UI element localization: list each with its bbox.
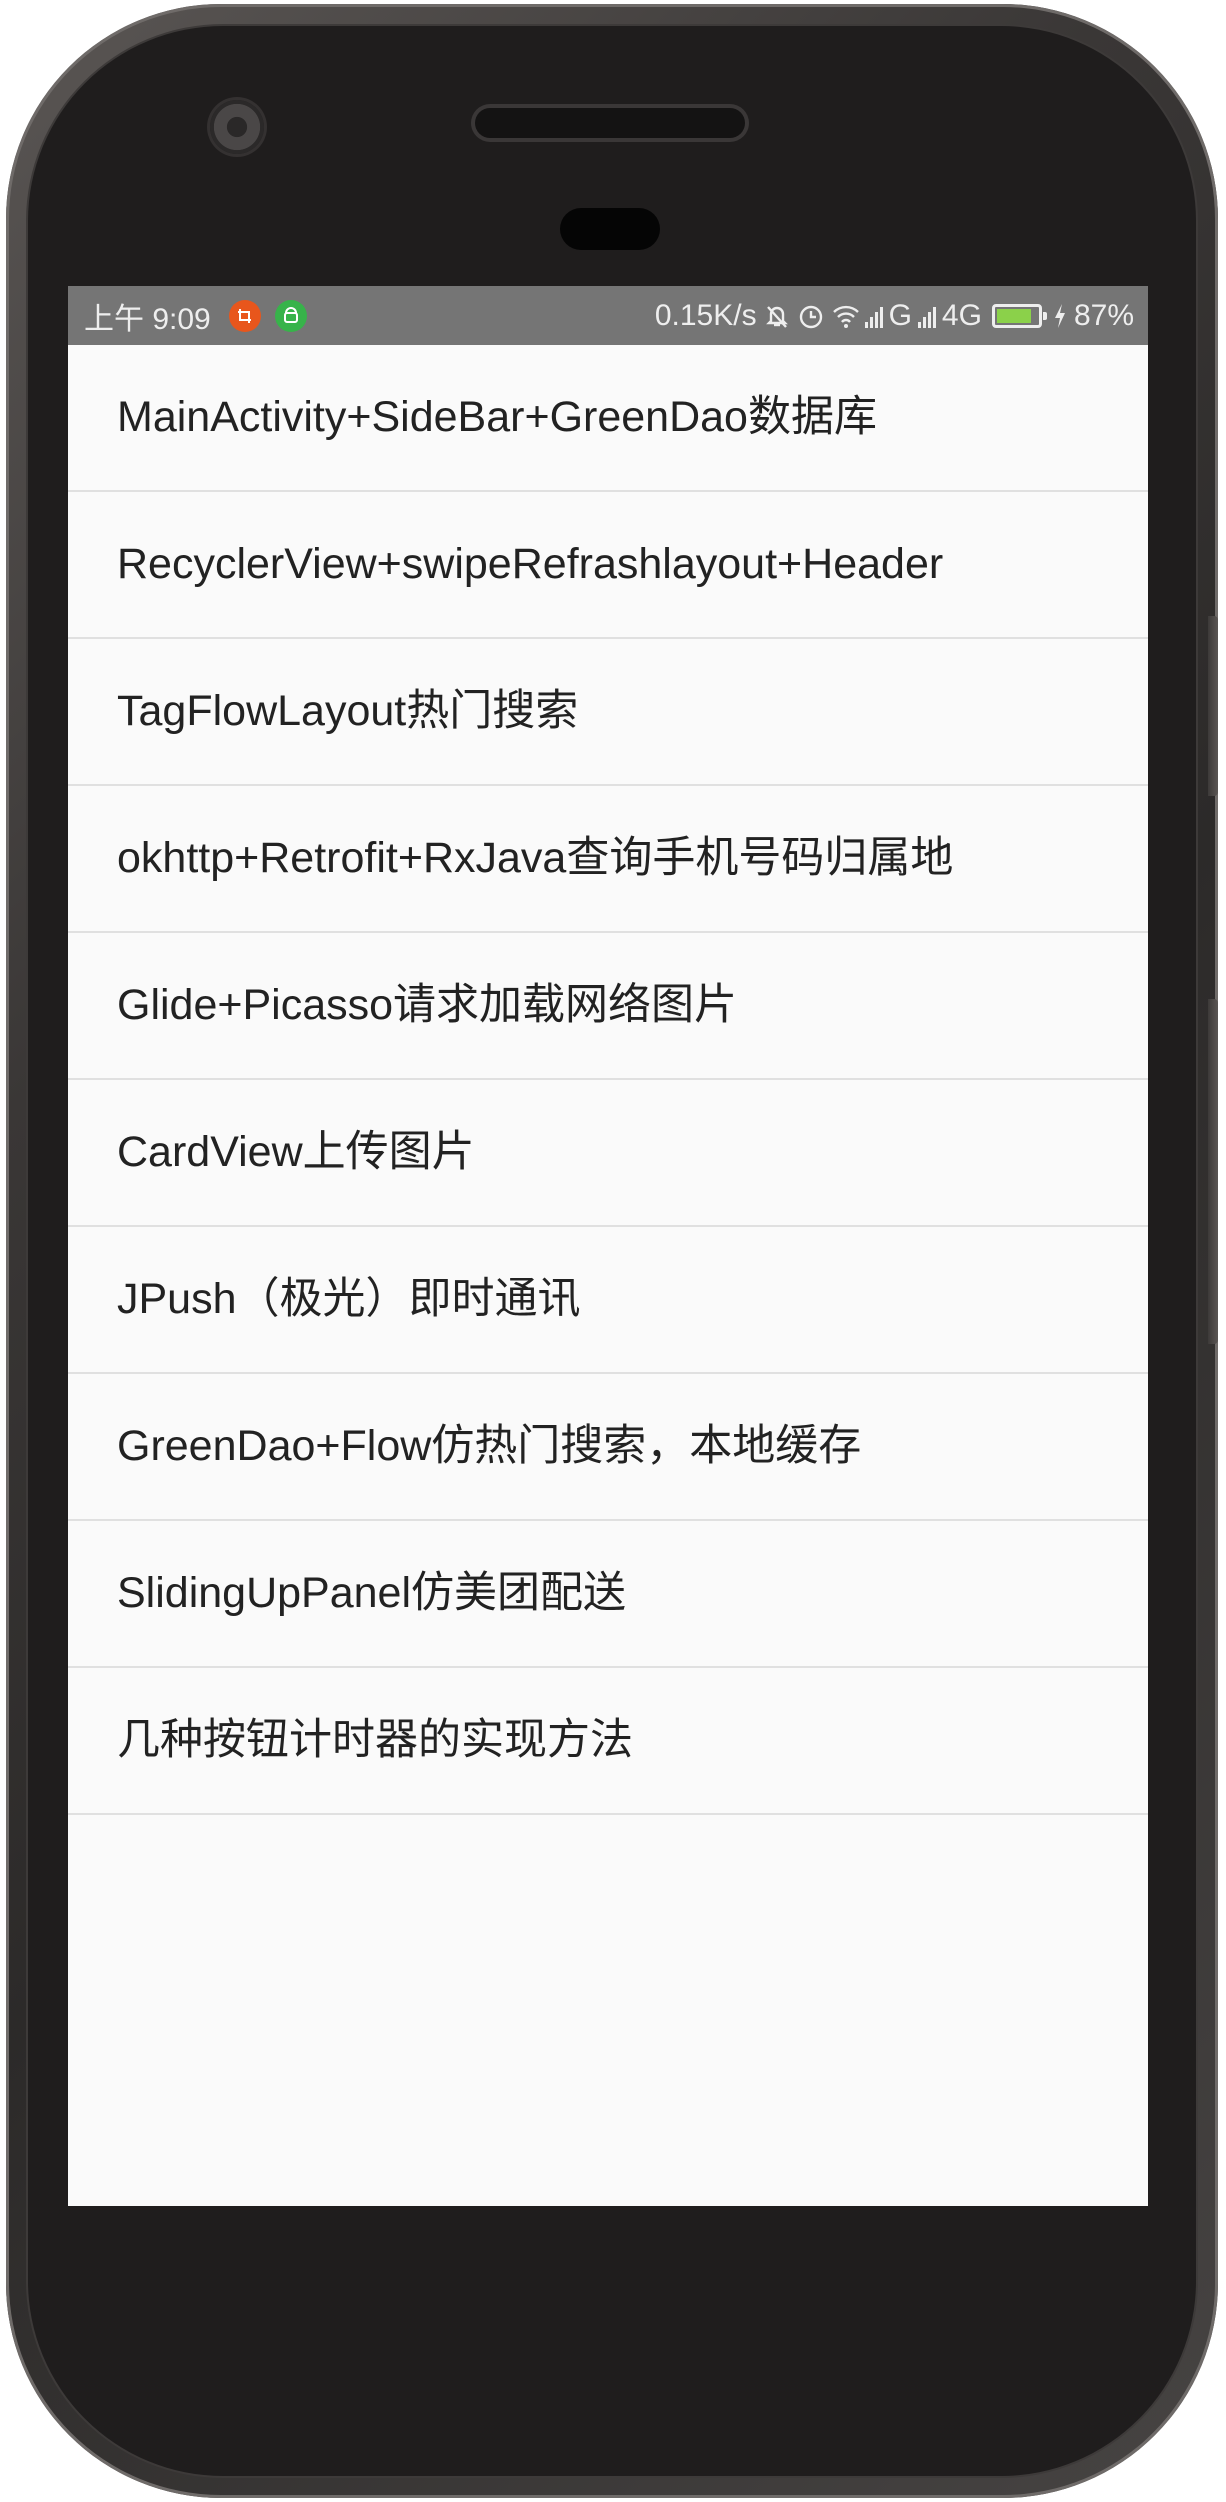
list-item-label: MainActivity+SideBar+GreenDao数据库	[117, 393, 877, 441]
signal-icon	[917, 304, 936, 328]
list-item[interactable]: 几种按钮计时器的实现方法	[68, 1668, 1148, 1815]
list-item[interactable]: SlidingUpPanel仿美团配送	[68, 1521, 1148, 1668]
front-camera	[210, 100, 264, 154]
list-item-label: Glide+Picasso请求加载网络图片	[117, 981, 738, 1029]
screen: 上午 9:09 0.15K/s G 4G 87% MainActivity+Si…	[68, 286, 1148, 2206]
list-item-label: okhttp+Retrofit+RxJava查询手机号码归属地	[117, 834, 954, 882]
list-item[interactable]: MainActivity+SideBar+GreenDao数据库	[68, 345, 1148, 492]
android-icon	[274, 299, 307, 332]
earpiece-speaker	[475, 108, 745, 138]
list-item-label: TagFlowLayout热门搜索	[117, 687, 579, 735]
list-item-label: 几种按钮计时器的实现方法	[117, 1716, 633, 1764]
list-item[interactable]: CardView上传图片	[68, 1080, 1148, 1227]
battery-percent: 87%	[1073, 298, 1134, 332]
mute-bell-icon	[763, 302, 791, 330]
volume-button[interactable]	[1208, 999, 1218, 1344]
signal-icon	[864, 304, 883, 328]
list-item-label: RecyclerView+swipeRefrashlayout+Header	[117, 540, 944, 588]
status-bar: 上午 9:09 0.15K/s G 4G 87%	[68, 286, 1148, 345]
list-item[interactable]: RecyclerView+swipeRefrashlayout+Header	[68, 492, 1148, 639]
device-frame: 上午 9:09 0.15K/s G 4G 87% MainActivity+Si…	[0, 0, 1226, 2502]
alarm-icon	[797, 302, 825, 330]
list-item-label: CardView上传图片	[117, 1128, 475, 1176]
status-bar-left: 上午 9:09	[84, 286, 307, 345]
battery-fill	[996, 308, 1032, 323]
list-item-label: JPush（极光）即时通讯	[117, 1275, 581, 1323]
proximity-sensor	[560, 208, 660, 250]
demo-list: MainActivity+SideBar+GreenDao数据库 Recycler…	[68, 345, 1148, 1815]
list-item[interactable]: TagFlowLayout热门搜索	[68, 639, 1148, 786]
list-item-label: GreenDao+Flow仿热门搜索，本地缓存	[117, 1422, 862, 1470]
list-item[interactable]: Glide+Picasso请求加载网络图片	[68, 933, 1148, 1080]
power-button[interactable]	[1208, 616, 1218, 796]
battery-icon	[991, 303, 1047, 328]
status-bar-right: 0.15K/s G 4G 87%	[655, 286, 1134, 345]
network-type-2: 4G	[941, 298, 982, 332]
list-item[interactable]: okhttp+Retrofit+RxJava查询手机号码归属地	[68, 786, 1148, 933]
wifi-icon	[831, 302, 859, 330]
status-time: 上午 9:09	[84, 302, 211, 336]
list-item[interactable]: JPush（极光）即时通讯	[68, 1227, 1148, 1374]
list-item-label: SlidingUpPanel仿美团配送	[117, 1569, 627, 1617]
network-type-1: G	[888, 298, 912, 332]
network-speed: 0.15K/s	[654, 298, 757, 332]
list-item[interactable]: GreenDao+Flow仿热门搜索，本地缓存	[68, 1374, 1148, 1521]
screenshot-icon	[228, 299, 261, 332]
charging-icon	[1052, 302, 1068, 330]
